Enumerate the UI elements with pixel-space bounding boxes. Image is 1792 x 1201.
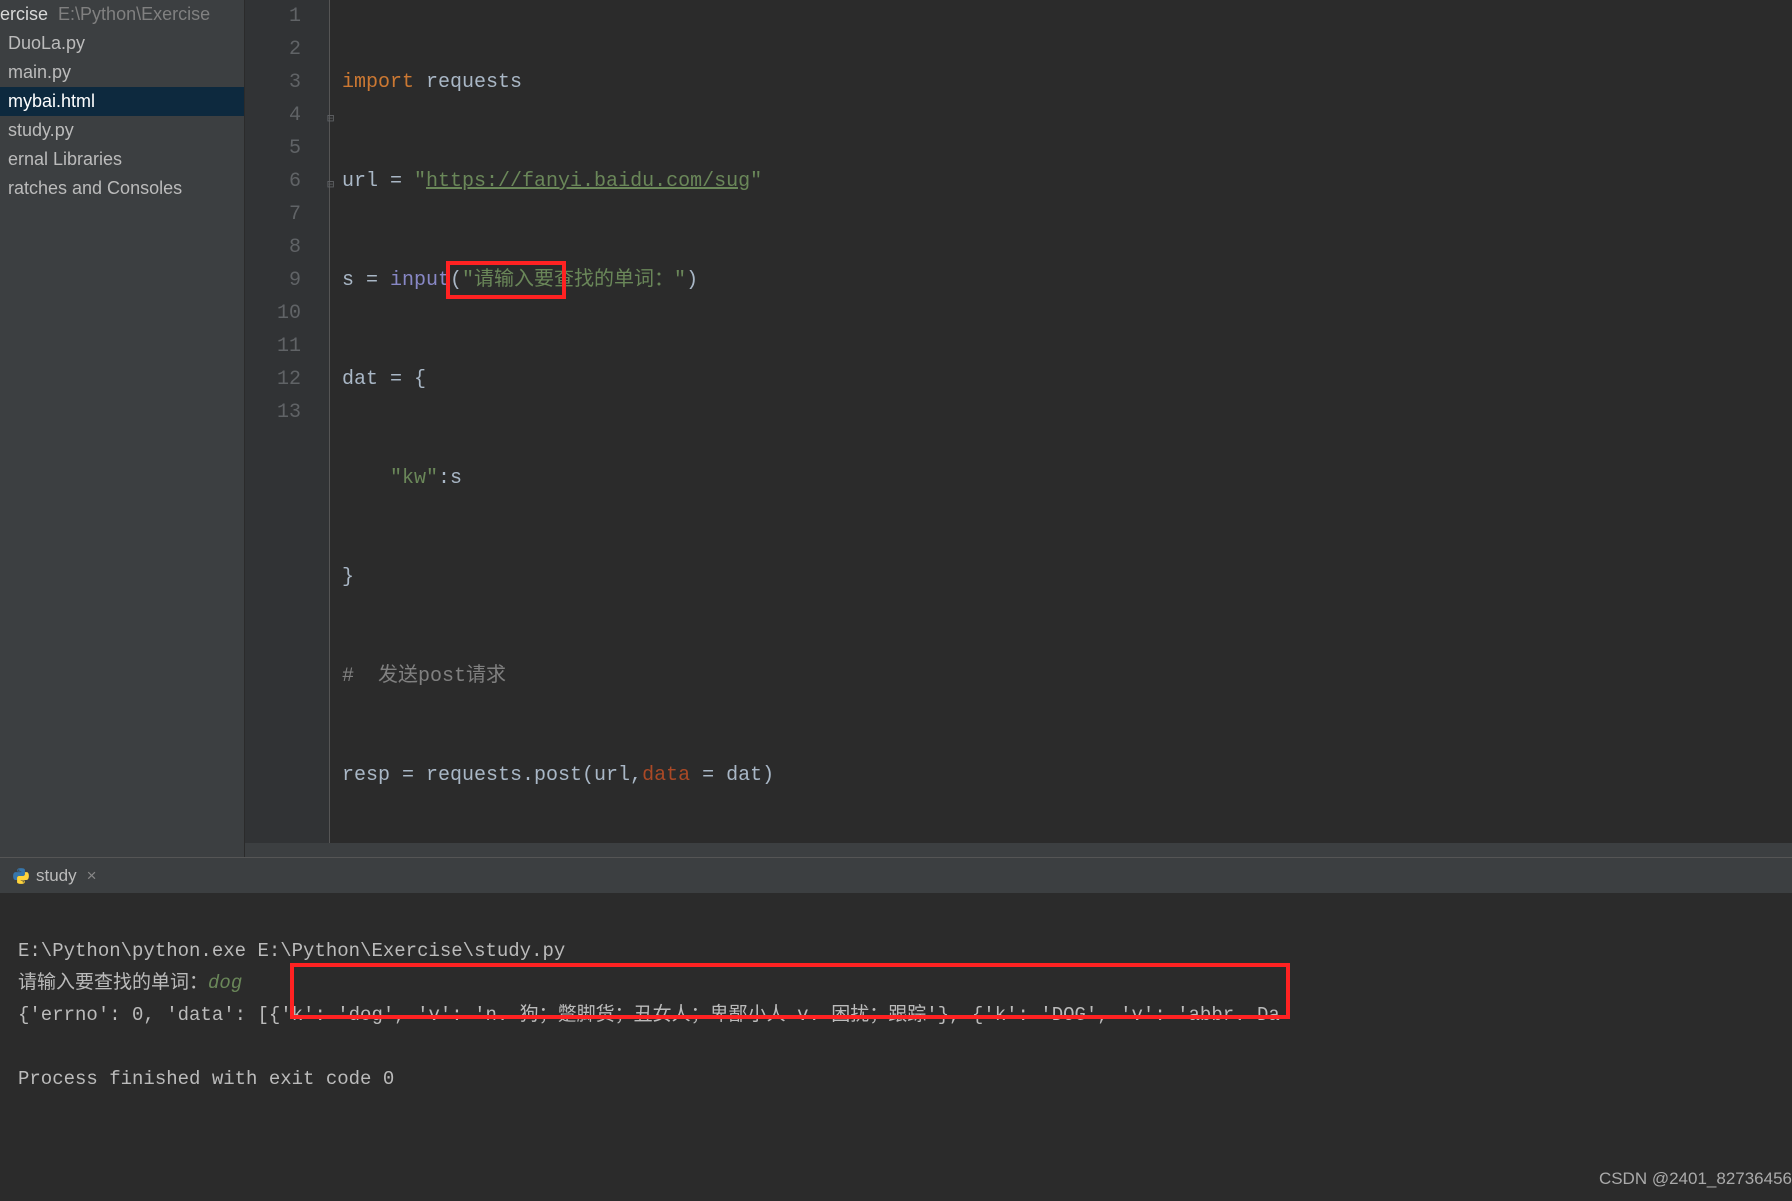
module-name: requests	[414, 71, 522, 94]
string-literal: "请输入要查找的单词："	[462, 269, 686, 292]
file-item-mybai[interactable]: mybai.html	[0, 87, 244, 116]
input-prompt: 请输入要查找的单词：	[18, 972, 208, 994]
code-text: :s	[438, 467, 462, 490]
paren: )	[686, 269, 698, 292]
line-number: 3	[245, 66, 301, 99]
indent	[342, 467, 390, 490]
line-number: 10	[245, 297, 301, 330]
string-quote: "	[414, 170, 426, 193]
file-item-main[interactable]: main.py	[0, 58, 244, 87]
project-root[interactable]: ercise E:\Python\Exercise	[0, 0, 244, 29]
run-tab-study[interactable]: study ×	[4, 862, 105, 890]
gutter: 1 2 3 4 5 6 7 8 9 10 11 12 13 ⊟ ⊟	[245, 0, 330, 843]
project-name: ercise	[0, 4, 48, 24]
project-path: E:\Python\Exercise	[53, 4, 210, 24]
line-number: 12	[245, 363, 301, 396]
code-editor[interactable]: 1 2 3 4 5 6 7 8 9 10 11 12 13 ⊟ ⊟ import…	[245, 0, 1792, 843]
terminal-output[interactable]: E:\Python\python.exe E:\Python\Exercise\…	[0, 893, 1792, 1201]
kwarg-data: data	[642, 764, 690, 787]
file-item-study[interactable]: study.py	[0, 116, 244, 145]
watermark: CSDN @2401_82736456	[1599, 1163, 1792, 1195]
dict-key: "kw"	[390, 467, 438, 490]
file-item-duola[interactable]: DuoLa.py	[0, 29, 244, 58]
line-number: 13	[245, 396, 301, 429]
project-sidebar[interactable]: ercise E:\Python\Exercise DuoLa.py main.…	[0, 0, 245, 857]
comment: # 发送post请求	[342, 665, 506, 688]
code-text: url =	[342, 170, 414, 193]
line-number: 2	[245, 33, 301, 66]
url-string: https://fanyi.baidu.com/sug	[426, 170, 750, 193]
kw-import: import	[342, 71, 414, 94]
run-tab-label: study	[36, 866, 77, 886]
builtin-input: input	[390, 269, 450, 292]
python-icon	[12, 867, 30, 885]
scratches-consoles[interactable]: ratches and Consoles	[0, 174, 244, 203]
line-number: 11	[245, 330, 301, 363]
line-number: 7	[245, 198, 301, 231]
code-text: dat = {	[342, 368, 426, 391]
line-number: 5	[245, 132, 301, 165]
exit-status: Process finished with exit code 0	[18, 1068, 394, 1090]
code-text: }	[342, 566, 354, 589]
code-text: s =	[342, 269, 390, 292]
run-tabs: study ×	[0, 858, 1792, 893]
external-libraries[interactable]: ernal Libraries	[0, 145, 244, 174]
paren: (	[450, 269, 462, 292]
line-number: 8	[245, 231, 301, 264]
exec-command: E:\Python\python.exe E:\Python\Exercise\…	[18, 940, 565, 962]
editor-scrollbar[interactable]	[245, 843, 1792, 857]
run-tool-window: study × E:\Python\python.exe E:\Python\E…	[0, 857, 1792, 1201]
user-input: dog	[208, 972, 242, 994]
line-number: 4	[245, 99, 301, 132]
program-output: {'errno': 0, 'data': [{'k': 'dog', 'v': …	[18, 1004, 1280, 1026]
close-icon[interactable]: ×	[87, 866, 97, 886]
line-number: 9	[245, 264, 301, 297]
line-number: 6	[245, 165, 301, 198]
string-quote: "	[750, 170, 762, 193]
line-number: 1	[245, 0, 301, 33]
code-area[interactable]: import requests url = "https://fanyi.bai…	[330, 0, 1792, 843]
code-text: resp = requests.post(url,	[342, 764, 642, 787]
code-text: = dat)	[690, 764, 774, 787]
